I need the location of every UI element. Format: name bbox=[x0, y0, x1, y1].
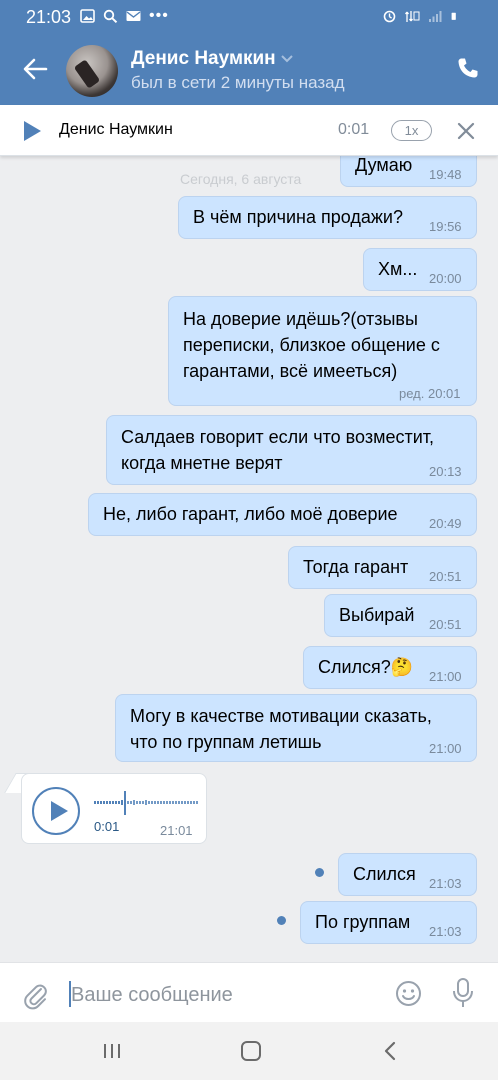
message-text: В чём причина продажи? bbox=[193, 207, 403, 227]
chevron-down-icon[interactable] bbox=[280, 54, 294, 64]
message-time: 21:00 bbox=[429, 741, 462, 756]
message-outgoing[interactable]: Могу в качестве мотивации сказать, что п… bbox=[115, 694, 477, 762]
message-composer: Ваше сообщение bbox=[0, 962, 498, 1022]
close-icon[interactable] bbox=[456, 121, 476, 141]
message-outgoing[interactable]: В чём причина продажи? 19:56 bbox=[178, 196, 477, 239]
message-text-line: что по группам летишь bbox=[130, 732, 322, 752]
message-time: 21:00 bbox=[429, 669, 462, 684]
message-text: Слился?🤔 bbox=[318, 657, 414, 677]
message-outgoing[interactable]: На доверие идёшь?(отзывы переписки, близ… bbox=[168, 296, 477, 406]
more-notifications-icon: ••• bbox=[149, 7, 169, 24]
message-time: 21:01 bbox=[160, 823, 193, 838]
voice-duration: 0:01 bbox=[94, 819, 120, 834]
message-time: 21:03 bbox=[429, 876, 462, 891]
message-input[interactable]: Ваше сообщение bbox=[71, 984, 233, 1007]
message-text: По группам bbox=[315, 912, 411, 932]
message-text-line: переписки, близкое общение с bbox=[183, 335, 440, 355]
play-icon[interactable] bbox=[24, 121, 41, 141]
message-text-line: На доверие идёшь?(отзывы bbox=[183, 309, 418, 329]
message-text-line: гарантами, всё имееться) bbox=[183, 361, 398, 381]
message-text: Не, либо гарант, либо моё доверие bbox=[103, 504, 398, 524]
message-outgoing[interactable]: Салдаев говорит если что возместит, когд… bbox=[106, 415, 477, 485]
unread-indicator bbox=[277, 916, 286, 925]
status-time: 21:03 bbox=[26, 7, 72, 27]
message-outgoing[interactable]: Слился?🤔 21:00 bbox=[303, 646, 477, 689]
message-text-line: Могу в качестве мотивации сказать, bbox=[130, 706, 432, 726]
unread-indicator bbox=[315, 868, 324, 877]
message-time: ред. 20:01 bbox=[399, 386, 461, 401]
playback-speed-button[interactable]: 1x bbox=[391, 120, 432, 141]
battery-icon bbox=[451, 12, 456, 20]
message-text-line: Салдаев говорит если что возместит, bbox=[121, 427, 435, 447]
message-time: 20:13 bbox=[429, 464, 462, 479]
alarm-icon bbox=[383, 10, 396, 23]
message-time: 20:51 bbox=[429, 617, 462, 632]
mail-icon bbox=[126, 11, 141, 21]
signal-icon bbox=[429, 11, 442, 22]
message-outgoing[interactable]: Выбирай 20:51 bbox=[324, 594, 477, 637]
back-arrow-icon[interactable] bbox=[22, 56, 48, 82]
avatar[interactable] bbox=[66, 45, 118, 97]
play-icon[interactable] bbox=[51, 801, 68, 821]
phone-icon[interactable] bbox=[456, 56, 480, 80]
contact-status: был в сети 2 минуты назад bbox=[131, 73, 345, 92]
voice-message[interactable]: 0:01 21:01 bbox=[21, 773, 207, 844]
home-icon[interactable] bbox=[241, 1041, 261, 1061]
message-time: 19:48 bbox=[429, 167, 462, 182]
message-text-line: когда мнетне верят bbox=[121, 453, 283, 473]
player-title: Денис Наумкин bbox=[59, 121, 173, 138]
message-outgoing[interactable]: Хм... 20:00 bbox=[363, 248, 477, 291]
message-text: Хм... bbox=[378, 259, 418, 279]
message-time: 20:49 bbox=[429, 516, 462, 531]
microphone-icon[interactable] bbox=[452, 977, 474, 1009]
message-outgoing[interactable]: Думаю 19:48 bbox=[340, 156, 477, 187]
message-list[interactable]: Сегодня, 6 августа Думаю 19:48 В чём при… bbox=[0, 156, 498, 962]
message-outgoing[interactable]: По группам 21:03 bbox=[300, 901, 477, 944]
message-time: 19:56 bbox=[429, 219, 462, 234]
network-icon bbox=[405, 11, 420, 22]
message-outgoing[interactable]: Слился 21:03 bbox=[338, 853, 477, 896]
message-outgoing[interactable]: Не, либо гарант, либо моё доверие 20:49 bbox=[88, 493, 477, 536]
emoji-icon[interactable] bbox=[395, 980, 422, 1007]
player-time: 0:01 bbox=[338, 121, 370, 138]
message-text: Думаю bbox=[355, 156, 413, 175]
message-text: Выбирай bbox=[339, 605, 415, 625]
message-time: 20:51 bbox=[429, 569, 462, 584]
system-nav-bar bbox=[0, 1022, 498, 1080]
audio-player-bar: Денис Наумкин 0:01 1x bbox=[0, 105, 498, 156]
contact-name[interactable]: Денис Наумкин bbox=[131, 48, 276, 70]
message-time: 21:03 bbox=[429, 924, 462, 939]
status-bar: 21:03 ••• bbox=[0, 0, 498, 34]
chat-header: Денис Наумкин был в сети 2 минуты назад bbox=[0, 34, 498, 105]
message-text: Тогда гарант bbox=[303, 557, 409, 577]
date-separator: Сегодня, 6 августа bbox=[180, 171, 302, 187]
gallery-icon bbox=[80, 9, 95, 23]
message-outgoing[interactable]: Тогда гарант 20:51 bbox=[288, 546, 477, 589]
voice-waveform[interactable] bbox=[94, 788, 200, 818]
message-time: 20:00 bbox=[429, 271, 462, 286]
back-icon[interactable] bbox=[383, 1041, 397, 1061]
search-icon bbox=[103, 9, 118, 23]
paperclip-icon[interactable] bbox=[22, 980, 48, 1010]
message-text: Слился bbox=[353, 864, 416, 884]
recents-icon[interactable] bbox=[103, 1043, 121, 1059]
